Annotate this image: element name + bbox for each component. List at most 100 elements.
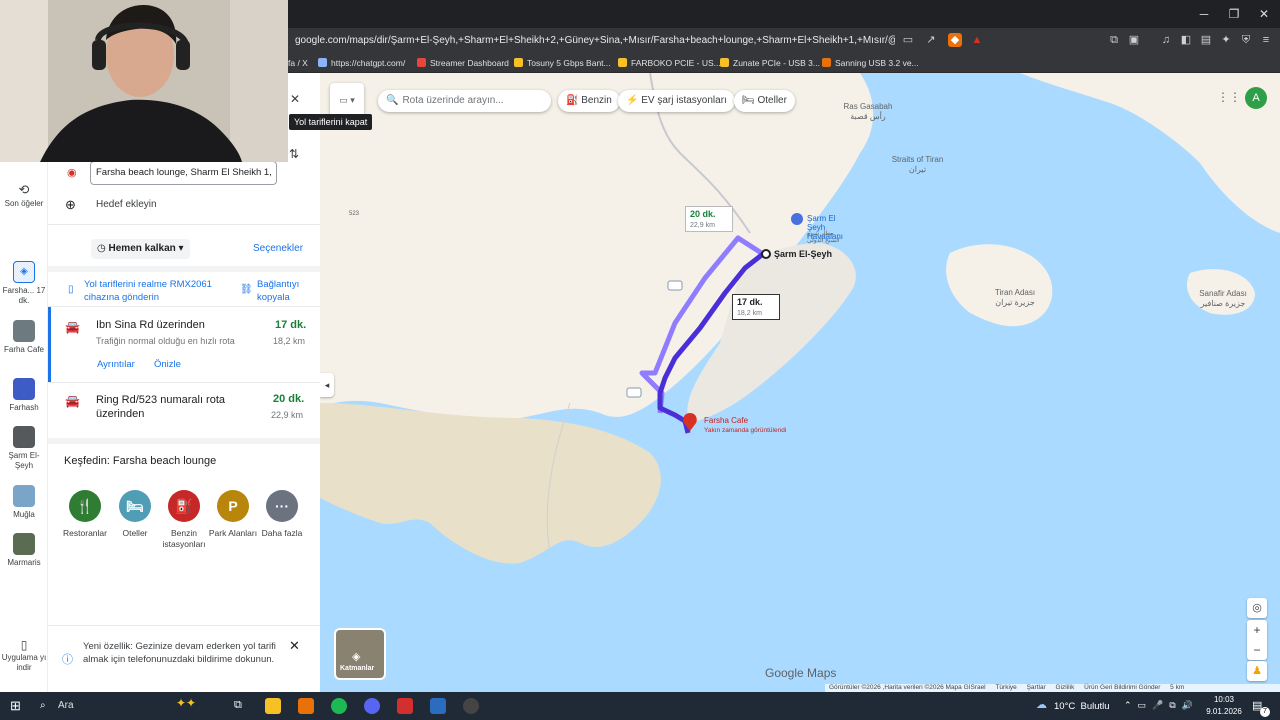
- tray-icons[interactable]: ⌃▭🎤⧉🔊: [1124, 700, 1199, 711]
- rewards-icon[interactable]: ▲: [970, 33, 984, 47]
- sidebar-icon[interactable]: ◧: [1179, 33, 1193, 47]
- url-field[interactable]: google.com/maps/dir/Şarm+El-Şeyh,+Sharm+…: [295, 32, 895, 49]
- steam-icon[interactable]: [430, 698, 446, 714]
- map-label-farsha: Farsha Cafe: [704, 416, 749, 425]
- footer-scale[interactable]: 5 km: [1170, 684, 1184, 691]
- weather-text[interactable]: 10°C Bulutlu: [1054, 701, 1110, 712]
- collapse-panel-button[interactable]: ◂: [320, 373, 334, 397]
- layers-button[interactable]: ◈ Katmanlar: [334, 628, 386, 680]
- history-icon: ⟲: [18, 182, 30, 197]
- rail-item-farha[interactable]: Farha Cafe: [0, 320, 48, 355]
- clock-time[interactable]: 10:03: [1212, 695, 1236, 704]
- route-search-placeholder: Rota üzerinde arayın...: [402, 95, 504, 106]
- copilot-icon[interactable]: ✦✦: [176, 696, 196, 710]
- vpn-icon[interactable]: ⛨: [1239, 33, 1253, 47]
- brave-browser-icon[interactable]: [298, 698, 314, 714]
- taskbar-search[interactable]: Ara: [58, 700, 74, 711]
- wallet-icon[interactable]: ▤: [1199, 33, 1213, 47]
- close-directions-icon[interactable]: ✕: [290, 92, 300, 106]
- rail-item-marmaris[interactable]: Marmaris: [0, 533, 48, 568]
- minimize-button[interactable]: ─: [1193, 4, 1215, 24]
- bookmark-item[interactable]: https://chatgpt.com/: [318, 57, 405, 69]
- screenshot-icon[interactable]: ▣: [1127, 33, 1141, 47]
- discord-icon[interactable]: [364, 698, 380, 714]
- brave-shield-icon[interactable]: ◆: [948, 33, 962, 47]
- rail-item-sharm[interactable]: Şarm El-Şeyh: [0, 426, 48, 471]
- spotify-icon[interactable]: [331, 698, 347, 714]
- google-apps-icon[interactable]: ⋮⋮: [1217, 90, 1241, 104]
- rail-item-mugla[interactable]: Muğla: [0, 485, 48, 520]
- route-search-box[interactable]: 🔍 Rota üzerinde arayın...: [378, 90, 551, 112]
- route-1-preview-button[interactable]: Önizle: [154, 359, 181, 370]
- task-view-icon[interactable]: ⧉: [234, 699, 242, 712]
- place-thumbnail: [13, 378, 35, 400]
- menu-icon[interactable]: ≡: [1259, 33, 1273, 47]
- add-destination-button[interactable]: Hedef ekleyin: [96, 199, 157, 210]
- explore-gas[interactable]: ⛽ Benzin istasyonları: [156, 490, 212, 550]
- explore-parking[interactable]: P Park Alanları: [205, 490, 261, 539]
- footer-terms[interactable]: Şartlar: [1027, 684, 1046, 691]
- zoom-controls: + −: [1247, 620, 1267, 660]
- street-view-pegman[interactable]: ♟: [1247, 661, 1267, 681]
- route-box-main-dist: 18,2 km: [737, 310, 762, 317]
- clock-icon: ◷: [97, 243, 109, 254]
- install-app-icon[interactable]: ▭: [901, 33, 915, 47]
- start-point[interactable]: [761, 249, 771, 259]
- airport-icon[interactable]: [791, 213, 803, 225]
- share-icon[interactable]: ↗: [924, 33, 938, 47]
- route-1-details-button[interactable]: Ayrıntılar: [97, 359, 135, 370]
- travel-mode-dropdown[interactable]: ▭ ▾: [330, 83, 364, 117]
- route-2-distance: 22,9 km: [271, 410, 304, 420]
- map-label-farsha-sub: Yakın zamanda görüntülendi: [704, 427, 787, 434]
- destination-pin-icon: ◉: [67, 167, 77, 179]
- route-box-alternate[interactable]: 20 dk. 22,9 km: [685, 206, 733, 232]
- route-box-main[interactable]: 17 dk. 18,2 km: [732, 294, 780, 320]
- footer-feedback[interactable]: Ürün Geri Bildirimi Gönder: [1084, 684, 1160, 691]
- media-icon[interactable]: ♫: [1159, 33, 1173, 47]
- destination-input[interactable]: Farsha beach lounge, Sharm El Sheikh 1,: [90, 161, 277, 185]
- rail-recent[interactable]: ⟲ Son öğeler: [0, 182, 48, 209]
- my-location-button[interactable]: ◎: [1247, 598, 1267, 618]
- copy-link-button[interactable]: Bağlantıyı kopyala: [257, 278, 312, 304]
- rail-install-app[interactable]: ▯ Uygulama yı indir: [0, 639, 48, 673]
- app-red-icon[interactable]: [397, 698, 413, 714]
- explore-more[interactable]: ··· Daha fazla: [254, 490, 310, 539]
- leo-icon[interactable]: ✦: [1219, 33, 1233, 47]
- chip-hotels[interactable]: 🛏 Oteller: [734, 90, 795, 112]
- restore-button[interactable]: ❐: [1223, 4, 1245, 24]
- explore-restaurants[interactable]: 🍴 Restoranlar: [57, 490, 113, 539]
- footer-privacy[interactable]: Gizlilik: [1056, 684, 1075, 691]
- chip-gas[interactable]: ⛽ Benzin: [558, 90, 620, 112]
- bookmark-label: Streamer Dashboard: [430, 58, 509, 68]
- bookmark-item[interactable]: Sanning USB 3.2 ve...: [822, 57, 919, 69]
- zoom-out-button[interactable]: −: [1247, 640, 1267, 660]
- zoom-in-button[interactable]: +: [1247, 620, 1267, 640]
- chip-ev[interactable]: ⚡ EV şarj istasyonları: [618, 90, 735, 112]
- bookmark-item[interactable]: Tosuny 5 Gbps Bant...: [514, 57, 611, 69]
- map-label-ras-ar: رأس قصبة: [850, 112, 886, 121]
- send-to-device-link[interactable]: Yol tariflerini realme RMX2061 cihazına …: [84, 278, 224, 304]
- map-canvas[interactable]: 523 523 20 dk. 22,9 km 17 dk. 18,2 km Şa…: [320, 73, 1280, 692]
- rail-item-farhash[interactable]: Farhash: [0, 378, 48, 413]
- options-button[interactable]: Seçenekler: [253, 243, 303, 254]
- bookmark-fragment[interactable]: fa / X: [288, 57, 308, 69]
- explore-hotels[interactable]: 🛏 Oteller: [107, 490, 163, 539]
- bookmark-item[interactable]: Zunate PCIe - USB 3...: [720, 57, 820, 69]
- clock-date[interactable]: 9.01.2026: [1204, 707, 1244, 716]
- rail-item-farsha[interactable]: ◈ Farsha... 17 dk.: [0, 261, 48, 306]
- depart-time-dropdown[interactable]: ◷ Hemen kalkan ▾: [91, 239, 190, 259]
- extensions-icon[interactable]: ⧉: [1107, 33, 1121, 47]
- close-window-button[interactable]: ✕: [1253, 4, 1275, 24]
- swap-icon[interactable]: ⇅: [289, 147, 299, 161]
- file-explorer-icon[interactable]: [265, 698, 281, 714]
- map-label-sanafir: Sanafir Adası: [1199, 289, 1247, 298]
- add-destination-icon: ⊕: [65, 197, 76, 212]
- bookmark-item[interactable]: Streamer Dashboard: [417, 57, 509, 69]
- bookmark-item[interactable]: FARBOKO PCIE - US...: [618, 57, 721, 69]
- close-notice-icon[interactable]: ✕: [289, 638, 300, 654]
- footer-country[interactable]: Türkiye: [995, 684, 1016, 691]
- obs-icon[interactable]: [463, 698, 479, 714]
- screen: { "browser": { "url": "google.com/maps/d…: [0, 0, 1280, 720]
- account-avatar[interactable]: A: [1245, 87, 1267, 109]
- start-button[interactable]: ⊞: [10, 698, 21, 714]
